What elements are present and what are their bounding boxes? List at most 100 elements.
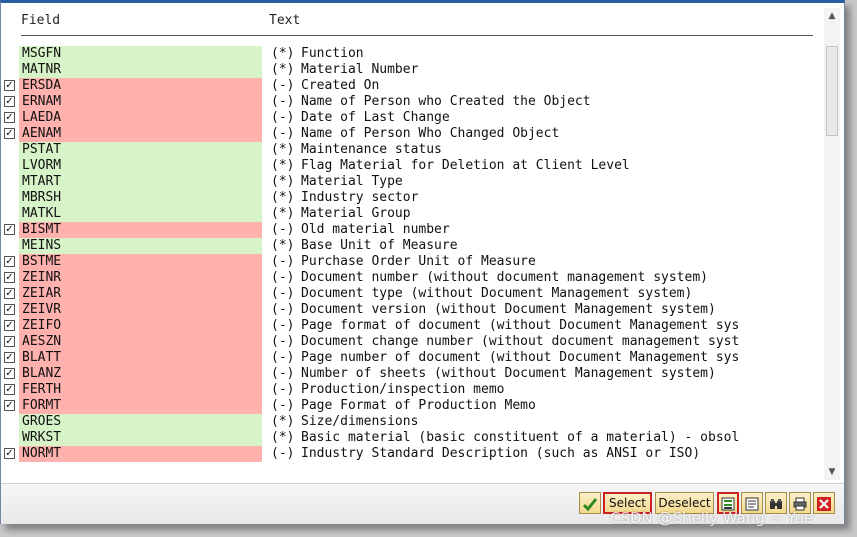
table-row[interactable]: WRKST (*) Basic material (basic constituen… — [1, 430, 813, 446]
table-row[interactable]: MBRSH (*) Industry sector — [1, 190, 813, 206]
field-description: Name of Person Who Changed Object — [301, 126, 560, 141]
table-row[interactable]: ✓ AESZN (-) Document change number (without… — [1, 334, 813, 350]
field-name[interactable]: NORMT — [19, 446, 262, 462]
table-row[interactable]: PSTAT (*) Maintenance status — [1, 142, 813, 158]
table-row[interactable]: ✓ ZEIAR (-) Document type (without Document… — [1, 286, 813, 302]
table-row[interactable]: ✓ BLANZ (-) Number of sheets (without Docum… — [1, 366, 813, 382]
field-name[interactable]: MEINS — [19, 238, 262, 254]
table-row[interactable]: ✓ BSTME (-) Purchase Order Unit of Measure — [1, 254, 813, 270]
field-description: Page Format of Production Memo — [301, 398, 536, 413]
field-name[interactable]: ERNAM — [19, 94, 262, 110]
field-name[interactable]: MSGFN — [19, 46, 262, 62]
field-status-symbol: (-) — [271, 350, 295, 365]
cancel-button[interactable] — [813, 492, 835, 514]
table-row[interactable]: ✓ NORMT (-) Industry Standard Description (… — [1, 446, 813, 462]
field-name[interactable]: FERTH — [19, 382, 262, 398]
field-name[interactable]: WRKST — [19, 430, 262, 446]
table-row[interactable]: ✓ ZEIFO (-) Page format of document (withou… — [1, 318, 813, 334]
row-checkbox[interactable]: ✓ — [4, 320, 15, 331]
vertical-scrollbar[interactable]: ▲ ▼ — [824, 8, 840, 480]
field-name[interactable]: GROES — [19, 414, 262, 430]
field-status-symbol: (-) — [271, 94, 295, 109]
field-name[interactable]: ZEINR — [19, 270, 262, 286]
field-status-symbol: (-) — [271, 78, 295, 93]
table-row[interactable]: ✓ FERTH (-) Production/inspection memo — [1, 382, 813, 398]
row-checkbox[interactable]: ✓ — [4, 352, 15, 363]
row-checkbox[interactable]: ✓ — [4, 272, 15, 283]
table-row[interactable]: MSGFN (*) Function — [1, 46, 813, 62]
field-name[interactable]: MBRSH — [19, 190, 262, 206]
field-name[interactable]: ERSDA — [19, 78, 262, 94]
row-checkbox[interactable]: ✓ — [4, 384, 15, 395]
checkmark-icon — [582, 497, 598, 511]
table-row[interactable]: ✓ ERSDA (-) Created On — [1, 78, 813, 94]
field-status-symbol: (*) — [271, 190, 295, 205]
field-selection-dialog: Field Text MSGFN (*) Function MATNR (*) Mater… — [0, 0, 845, 524]
field-name[interactable]: BLANZ — [19, 366, 262, 382]
field-name[interactable]: MTART — [19, 174, 262, 190]
table-row[interactable]: ✓ ZEIVR (-) Document version (without Docum… — [1, 302, 813, 318]
row-checkbox[interactable]: ✓ — [4, 304, 15, 315]
table-row[interactable]: ✓ BLATT (-) Page number of document (withou… — [1, 350, 813, 366]
field-name[interactable]: AESZN — [19, 334, 262, 350]
field-description: Industry Standard Description (such as A… — [301, 446, 701, 461]
table-row[interactable]: LVORM (*) Flag Material for Deletion at Cl… — [1, 158, 813, 174]
table-row[interactable]: ✓ AENAM (-) Name of Person Who Changed Obje… — [1, 126, 813, 142]
row-checkbox[interactable]: ✓ — [4, 288, 15, 299]
field-status-symbol: (*) — [271, 142, 295, 157]
table-row[interactable]: MATNR (*) Material Number — [1, 62, 813, 78]
field-status-symbol: (-) — [271, 318, 295, 333]
table-row[interactable]: MEINS (*) Base Unit of Measure — [1, 238, 813, 254]
field-name[interactable]: FORMT — [19, 398, 262, 414]
field-name[interactable]: LVORM — [19, 158, 262, 174]
table-row[interactable]: MATKL (*) Material Group — [1, 206, 813, 222]
field-status-symbol: (*) — [271, 414, 295, 429]
table-row[interactable]: ✓ ZEINR (-) Document number (without docume… — [1, 270, 813, 286]
field-status-symbol: (*) — [271, 62, 295, 77]
confirm-button[interactable] — [579, 492, 601, 514]
row-checkbox[interactable]: ✓ — [4, 80, 15, 91]
scroll-thumb[interactable] — [826, 46, 838, 136]
row-checkbox[interactable]: ✓ — [4, 224, 15, 235]
field-name[interactable]: ZEIAR — [19, 286, 262, 302]
field-status-symbol: (*) — [271, 46, 295, 61]
scroll-down-icon[interactable]: ▼ — [824, 464, 840, 480]
field-description: Material Group — [301, 206, 411, 221]
table-row[interactable]: ✓ FORMT (-) Page Format of Production Memo — [1, 398, 813, 414]
field-name[interactable]: ZEIFO — [19, 318, 262, 334]
row-checkbox[interactable]: ✓ — [4, 112, 15, 123]
row-checkbox[interactable]: ✓ — [4, 448, 15, 459]
field-description: Production/inspection memo — [301, 382, 505, 397]
field-description: Maintenance status — [301, 142, 442, 157]
field-status-symbol: (*) — [271, 430, 295, 445]
field-name[interactable]: PSTAT — [19, 142, 262, 158]
row-checkbox[interactable]: ✓ — [4, 400, 15, 411]
table-row[interactable]: MTART (*) Material Type — [1, 174, 813, 190]
table-row[interactable]: GROES (*) Size/dimensions — [1, 414, 813, 430]
field-name[interactable]: MATKL — [19, 206, 262, 222]
field-name[interactable]: ZEIVR — [19, 302, 262, 318]
table-row[interactable]: ✓ ERNAM (-) Name of Person who Created the … — [1, 94, 813, 110]
field-description: Document type (without Document Manageme… — [301, 286, 693, 301]
field-name[interactable]: BISMT — [19, 222, 262, 238]
field-description: Created On — [301, 78, 380, 93]
table-row[interactable]: ✓ BISMT (-) Old material number — [1, 222, 813, 238]
field-name[interactable]: MATNR — [19, 62, 262, 78]
field-status-symbol: (-) — [271, 110, 295, 125]
field-description: Document change number (without document… — [301, 334, 740, 349]
row-checkbox[interactable]: ✓ — [4, 96, 15, 107]
row-checkbox[interactable]: ✓ — [4, 256, 15, 267]
row-checkbox[interactable]: ✓ — [4, 128, 15, 139]
field-description: Base Unit of Measure — [301, 238, 458, 253]
column-header: Field Text — [21, 13, 813, 36]
field-name[interactable]: BSTME — [19, 254, 262, 270]
field-name[interactable]: AENAM — [19, 126, 262, 142]
field-name[interactable]: BLATT — [19, 350, 262, 366]
field-name[interactable]: LAEDA — [19, 110, 262, 126]
field-description: Number of sheets (without Document Manag… — [301, 366, 716, 381]
row-checkbox[interactable]: ✓ — [4, 336, 15, 347]
table-row[interactable]: ✓ LAEDA (-) Date of Last Change — [1, 110, 813, 126]
scroll-up-icon[interactable]: ▲ — [824, 8, 840, 24]
field-status-symbol: (*) — [271, 206, 295, 221]
row-checkbox[interactable]: ✓ — [4, 368, 15, 379]
